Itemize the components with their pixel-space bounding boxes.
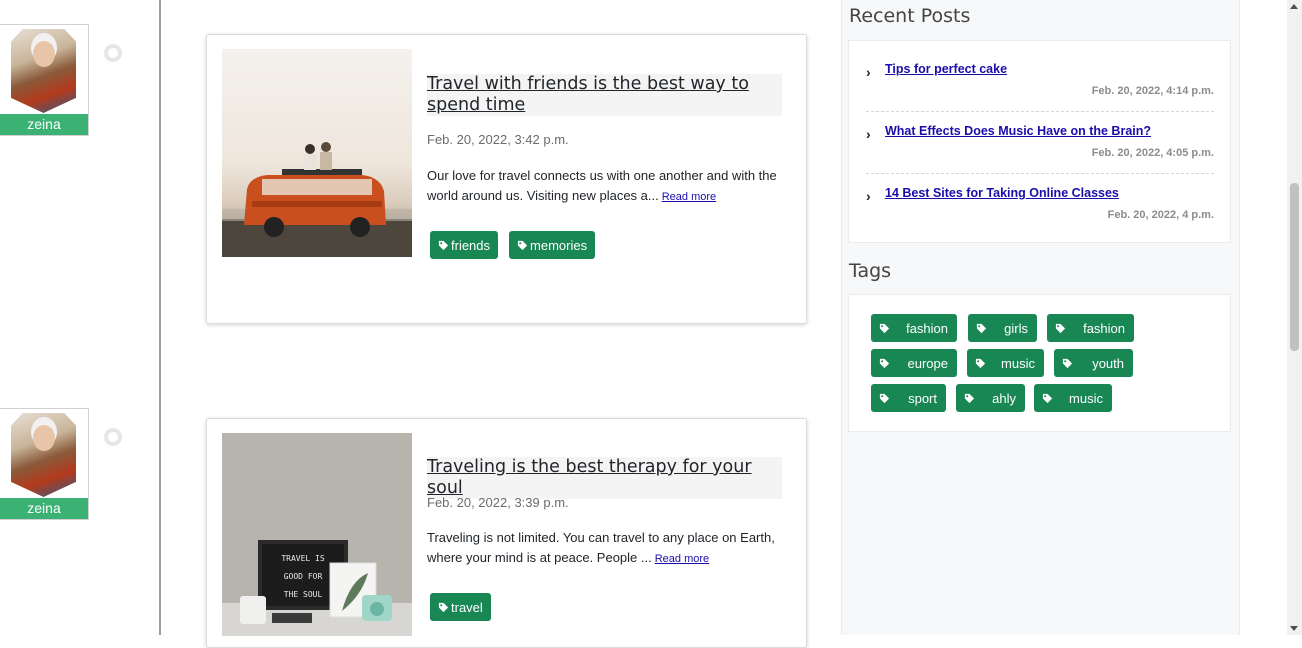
post-excerpt-text: Traveling is not limited. You can travel… — [427, 530, 775, 565]
timeline-dot — [104, 44, 122, 62]
tag-icon — [879, 323, 890, 333]
post-date: Feb. 20, 2022, 3:42 p.m. — [427, 132, 569, 147]
recent-post-date: Feb. 20, 2022, 4:05 p.m. — [1091, 147, 1214, 159]
recent-posts-heading: Recent Posts — [849, 5, 971, 27]
tag-icon — [879, 358, 890, 368]
avatar — [11, 413, 76, 497]
post-image[interactable]: TRAVEL IS GOOD FOR THE SOUL — [222, 433, 412, 636]
tag-icon — [1055, 323, 1066, 333]
post-tags: travel — [430, 593, 491, 621]
tag-label: ahly — [992, 390, 1016, 406]
letter-board-line: GOOD FOR — [284, 572, 323, 581]
post-date: Feb. 20, 2022, 3:39 p.m. — [427, 495, 569, 510]
tag-label: music — [1001, 355, 1035, 371]
tag-icon — [964, 393, 975, 403]
tag-label: sport — [908, 390, 937, 406]
sidebar-tag[interactable]: sport — [871, 384, 946, 412]
divider — [866, 111, 1214, 112]
post-tags: friends memories — [430, 231, 596, 259]
timeline-line — [159, 0, 161, 635]
tags-heading: Tags — [849, 260, 892, 282]
tag-icon — [879, 393, 890, 403]
tag-label: fashion — [1083, 320, 1125, 336]
post-excerpt: Our love for travel connects us with one… — [427, 166, 787, 207]
tag-button[interactable]: memories — [509, 231, 596, 259]
tag-label: girls — [1004, 320, 1028, 336]
recent-post-link[interactable]: Tips for perfect cake — [885, 62, 1007, 76]
tag-label: friends — [451, 237, 491, 253]
author-card[interactable]: zeina — [0, 408, 89, 520]
recent-post-link[interactable]: 14 Best Sites for Taking Online Classes — [885, 186, 1119, 200]
tag-label: memories — [530, 237, 588, 253]
letter-board-line: TRAVEL IS — [281, 554, 325, 563]
tag-label: travel — [451, 599, 483, 615]
recent-post-date: Feb. 20, 2022, 4:14 p.m. — [1091, 85, 1214, 97]
tag-button[interactable]: travel — [430, 593, 491, 621]
divider — [866, 173, 1214, 174]
scroll-up-icon[interactable] — [1290, 4, 1298, 9]
post-title[interactable]: Travel with friends is the best way to s… — [427, 74, 782, 116]
scrollbar-thumb[interactable] — [1290, 183, 1299, 351]
vertical-scrollbar[interactable] — [1287, 0, 1302, 635]
tag-icon — [1042, 393, 1053, 403]
tag-button[interactable]: friends — [430, 231, 499, 259]
recent-posts-box: › Tips for perfect cake Feb. 20, 2022, 4… — [848, 40, 1231, 243]
sidebar-tag[interactable]: girls — [968, 314, 1037, 342]
chevron-right-icon: › — [866, 64, 871, 80]
sidebar: Recent Posts › Tips for perfect cake Feb… — [841, 0, 1240, 635]
sidebar-tag[interactable]: ahly — [956, 384, 1025, 412]
post-title[interactable]: Traveling is the best therapy for your s… — [427, 457, 782, 499]
recent-post-link[interactable]: What Effects Does Music Have on the Brai… — [885, 124, 1151, 138]
recent-post-date: Feb. 20, 2022, 4 p.m. — [1107, 209, 1214, 221]
tag-icon — [438, 240, 449, 250]
read-more-link[interactable]: Read more — [662, 191, 716, 203]
post-excerpt-text: Our love for travel connects us with one… — [427, 168, 777, 203]
post-card: TRAVEL IS GOOD FOR THE SOUL Traveling is… — [206, 418, 807, 648]
tags-box: fashion girls fashion europe music youth… — [848, 294, 1231, 432]
sidebar-tag[interactable]: music — [967, 349, 1044, 377]
tag-icon — [517, 240, 528, 250]
scroll-down-icon[interactable] — [1290, 626, 1298, 631]
avatar — [11, 29, 76, 113]
post-excerpt: Traveling is not limited. You can travel… — [427, 528, 787, 569]
author-name: zeina — [0, 114, 88, 135]
tag-label: europe — [907, 355, 948, 371]
tag-icon — [975, 358, 986, 368]
tag-label: youth — [1092, 355, 1124, 371]
tag-label: music — [1069, 390, 1103, 406]
letter-board-line: THE SOUL — [284, 590, 323, 599]
timeline-dot — [104, 428, 122, 446]
author-name: zeina — [0, 498, 88, 519]
sidebar-tag[interactable]: youth — [1054, 349, 1133, 377]
sidebar-tag[interactable]: fashion — [1047, 314, 1134, 342]
sidebar-tag[interactable]: fashion — [871, 314, 957, 342]
tag-icon — [438, 602, 449, 612]
read-more-link[interactable]: Read more — [655, 553, 709, 565]
chevron-right-icon: › — [866, 188, 871, 204]
tag-icon — [1062, 358, 1073, 368]
post-card: Travel with friends is the best way to s… — [206, 34, 807, 324]
sidebar-tag[interactable]: music — [1034, 384, 1112, 412]
post-image[interactable] — [222, 49, 412, 257]
sidebar-tag[interactable]: europe — [871, 349, 957, 377]
tag-icon — [976, 323, 987, 333]
tag-label: fashion — [906, 320, 948, 336]
author-card[interactable]: zeina — [0, 24, 89, 136]
chevron-right-icon: › — [866, 126, 871, 142]
